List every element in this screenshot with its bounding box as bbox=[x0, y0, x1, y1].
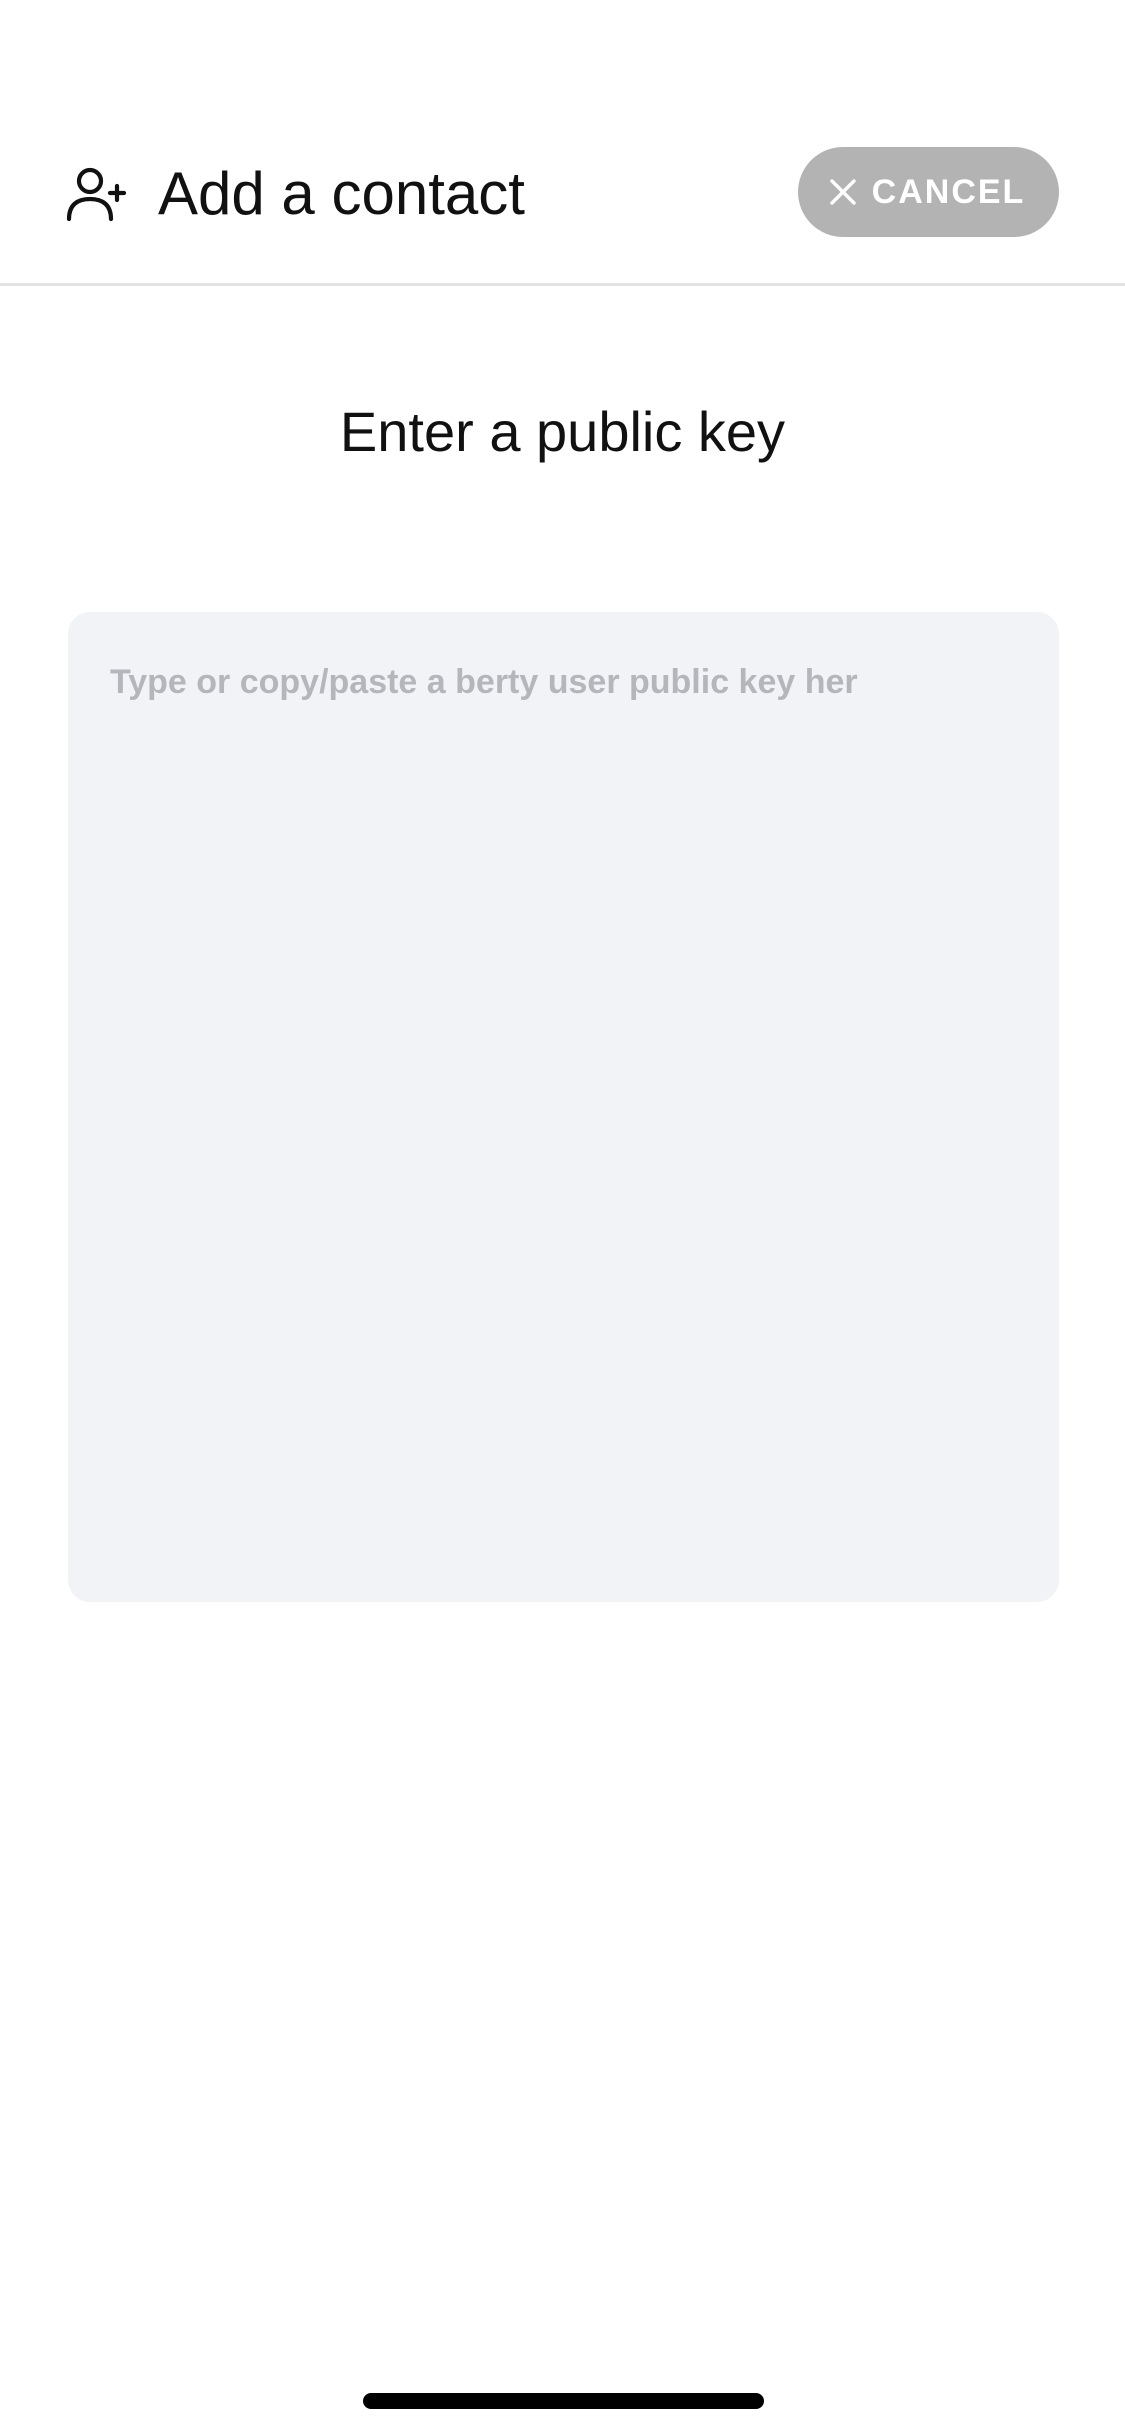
header-bar: Add a contact CANCEL bbox=[0, 0, 1125, 286]
page-title: Add a contact bbox=[158, 160, 525, 227]
close-icon bbox=[828, 177, 858, 207]
public-key-input[interactable] bbox=[68, 612, 1059, 1602]
cancel-button[interactable]: CANCEL bbox=[798, 147, 1059, 237]
section-title: Enter a public key bbox=[339, 400, 786, 463]
add-person-icon bbox=[66, 166, 128, 222]
home-indicator bbox=[363, 2393, 764, 2409]
cancel-button-label: CANCEL bbox=[871, 173, 1026, 211]
